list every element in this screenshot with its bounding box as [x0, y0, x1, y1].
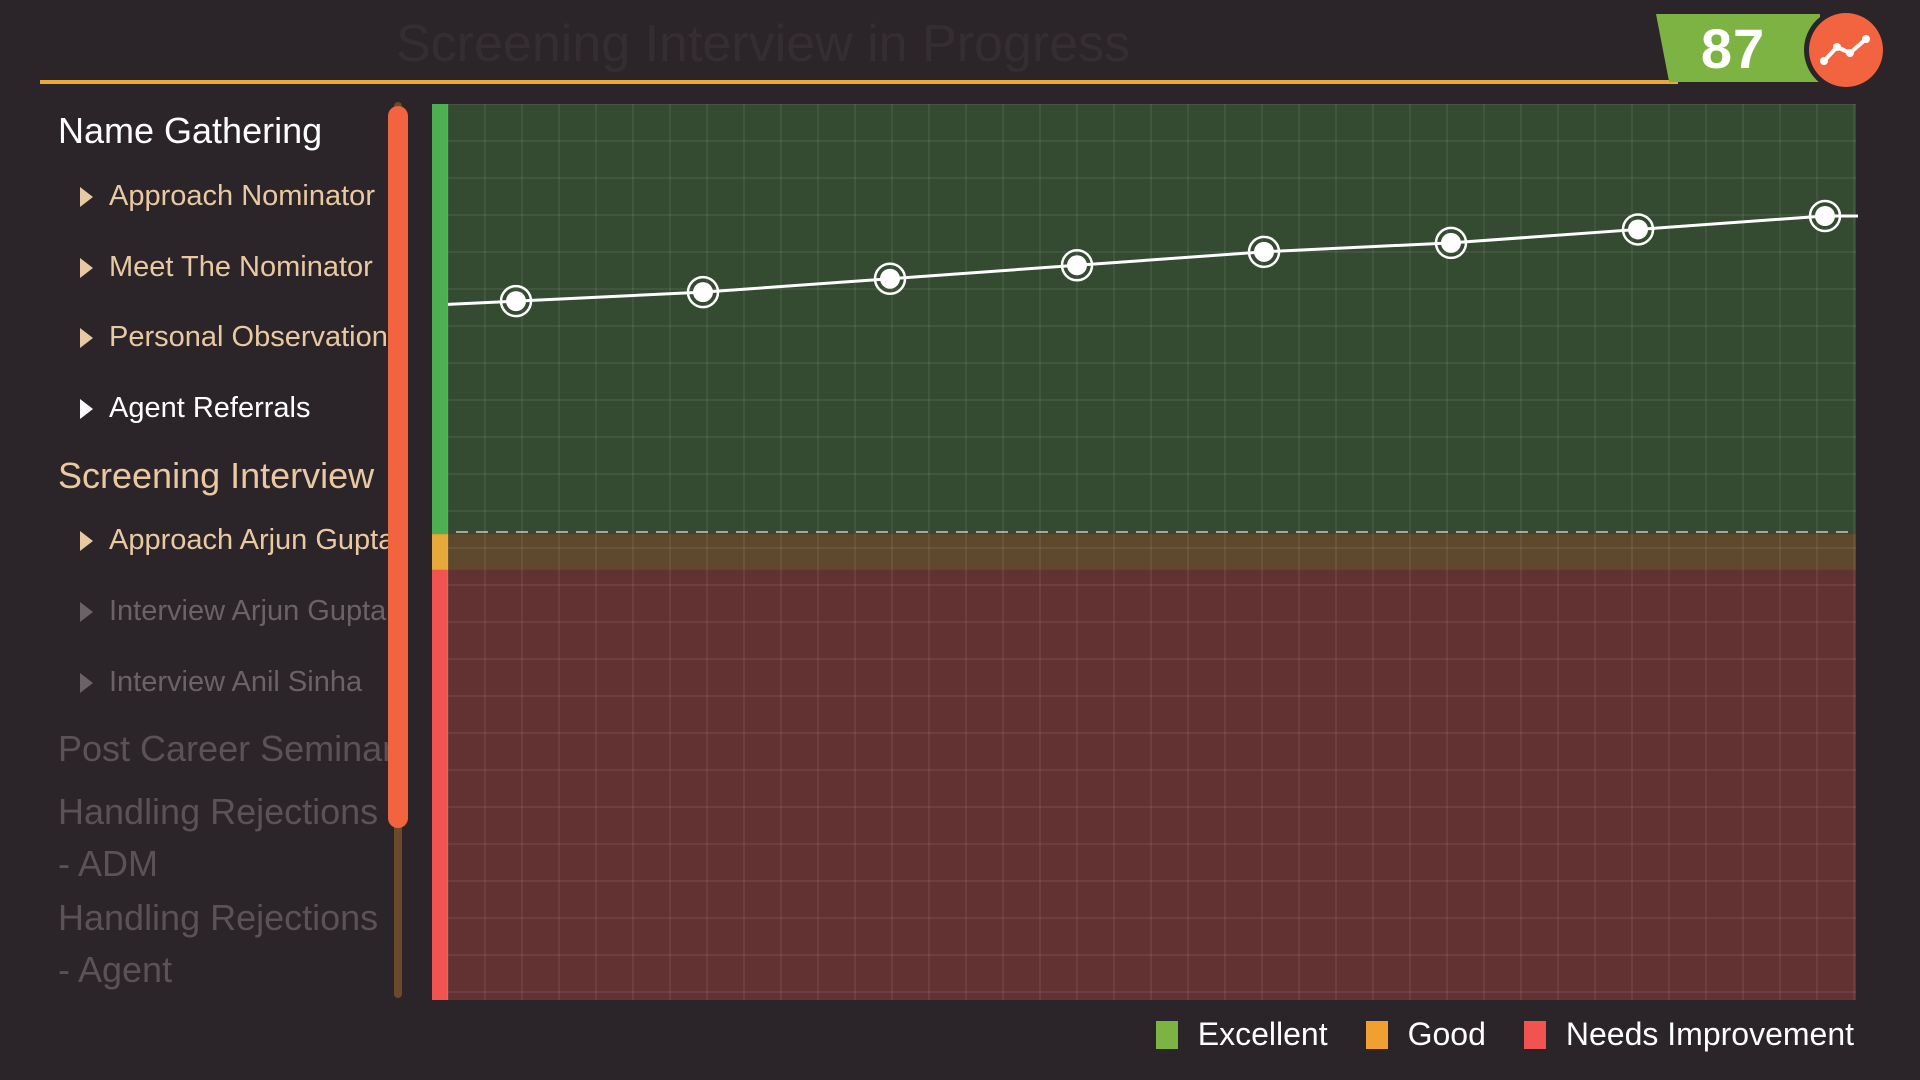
data-point-7 — [1815, 206, 1835, 226]
data-point-4 — [1254, 241, 1274, 262]
sub-personal-observation[interactable]: Personal Observation — [80, 321, 388, 354]
band-good — [448, 534, 1856, 570]
caret-right-icon — [80, 398, 93, 419]
sub-label: Meet The Nominator — [109, 251, 373, 283]
section-handling-rejections-adm[interactable]: Handling Rejections - ADM — [58, 786, 388, 890]
data-point-1 — [693, 282, 713, 303]
sub-approach-nominator[interactable]: Approach Nominator — [80, 180, 375, 213]
band-needs-improvement — [448, 569, 1856, 1000]
data-point-2 — [880, 268, 900, 289]
sub-label: Interview Arjun Gupta — [109, 595, 387, 627]
band-indicator-0 — [432, 104, 448, 535]
chart-svg — [432, 103, 1858, 1000]
sub-label: Approach Nominator — [109, 180, 375, 212]
section-label: Handling Rejections - ADM — [58, 791, 379, 884]
band-indicator-2 — [432, 569, 448, 1000]
caret-right-icon — [80, 257, 93, 278]
sub-agent-referrals[interactable]: Agent Referrals — [80, 392, 311, 425]
legend-label: Excellent — [1197, 1016, 1328, 1052]
section-post-career-seminar[interactable]: Post Career Seminar — [58, 728, 394, 770]
background-title: Screening Interview in Progress — [396, 14, 1130, 74]
section-handling-rejections-agent[interactable]: Handling Rejections - Agent — [58, 892, 388, 996]
band-indicator-1 — [432, 534, 448, 570]
data-point-3 — [1067, 255, 1087, 276]
section-screening-interview[interactable]: Screening Interview — [58, 455, 374, 497]
data-point-0 — [506, 291, 526, 312]
performance-chart — [432, 103, 1858, 1000]
header-rule — [40, 80, 1678, 84]
legend-swatch — [1523, 1020, 1546, 1049]
data-point-6 — [1628, 219, 1648, 240]
legend-swatch — [1155, 1020, 1178, 1049]
caret-right-icon — [80, 672, 93, 693]
legend-label: Good — [1407, 1016, 1486, 1052]
legend-swatch — [1365, 1020, 1388, 1049]
score-value: 87 — [1700, 16, 1766, 80]
section-label: Handling Rejections - Agent — [58, 897, 379, 990]
section-label: Name Gathering — [58, 110, 323, 151]
sub-label: Approach Arjun Gupta — [109, 524, 395, 556]
data-point-5 — [1441, 232, 1461, 253]
caret-right-icon — [80, 186, 93, 207]
legend-item-good: Good — [1365, 1016, 1486, 1053]
caret-right-icon — [80, 601, 93, 622]
sub-label: Interview Anil Sinha — [109, 666, 363, 698]
section-label: Post Career Seminar — [58, 728, 395, 769]
section-name-gathering[interactable]: Name Gathering — [58, 110, 322, 152]
legend-item-needs-improvement: Needs Improvement — [1523, 1016, 1854, 1053]
caret-right-icon — [80, 327, 93, 348]
trend-button[interactable] — [1804, 8, 1888, 92]
sub-interview-arjun-gupta[interactable]: Interview Arjun Gupta — [80, 595, 386, 628]
sub-approach-arjun-gupta[interactable]: Approach Arjun Gupta — [80, 524, 394, 557]
sub-meet-the-nominator[interactable]: Meet The Nominator — [80, 251, 373, 284]
sidebar-scrollbar-thumb[interactable] — [388, 106, 408, 828]
score-badge: 87 — [1656, 14, 1820, 82]
sub-label: Agent Referrals — [109, 392, 311, 424]
chart-legend: Excellent Good Needs Improvement — [1118, 1016, 1854, 1053]
legend-label: Needs Improvement — [1565, 1016, 1854, 1052]
trend-line-icon — [1809, 13, 1883, 87]
module-sidebar: Name Gathering Approach Nominator Meet T… — [0, 100, 394, 1000]
caret-right-icon — [80, 530, 93, 551]
legend-item-excellent: Excellent — [1155, 1016, 1328, 1053]
section-label: Screening Interview — [58, 455, 375, 496]
sub-label: Personal Observation — [109, 321, 388, 353]
sub-interview-anil-sinha[interactable]: Interview Anil Sinha — [80, 666, 362, 699]
band-excellent — [448, 104, 1856, 535]
